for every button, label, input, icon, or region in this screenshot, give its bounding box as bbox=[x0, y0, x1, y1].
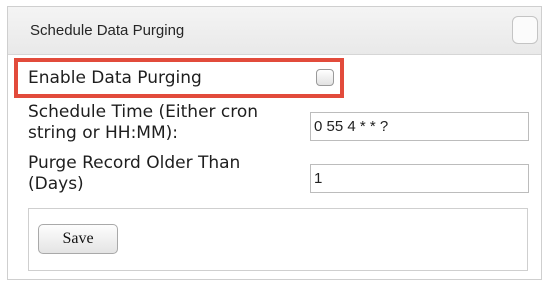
purge-older-than-label-line1: Purge Record Older Than bbox=[28, 153, 241, 173]
enable-data-purging-checkbox[interactable] bbox=[316, 69, 334, 86]
schedule-time-label-line1: Schedule Time (Either cron bbox=[28, 102, 259, 122]
enable-data-purging-label: Enable Data Purging bbox=[28, 68, 202, 88]
panel-title: Schedule Data Purging bbox=[30, 22, 185, 39]
purge-days-input[interactable]: 1 bbox=[310, 164, 529, 193]
panel-header: Schedule Data Purging bbox=[8, 7, 541, 55]
schedule-time-label-line2: string or HH:MM): bbox=[28, 123, 178, 143]
panel-toggle-button[interactable] bbox=[512, 16, 538, 44]
schedule-time-input[interactable]: 0 55 4 * * ? bbox=[310, 112, 529, 141]
save-button[interactable]: Save bbox=[38, 224, 118, 254]
purge-older-than-label-line2: (Days) bbox=[28, 174, 84, 194]
